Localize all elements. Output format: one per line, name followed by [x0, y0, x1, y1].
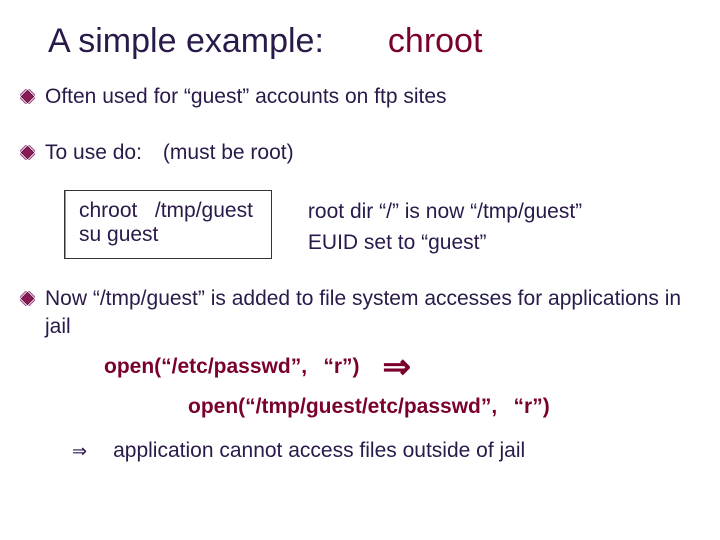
title-part1: A simple example:	[48, 22, 324, 61]
code-line: chroot /tmp/guest	[79, 199, 253, 222]
bullet-text: Now “/tmp/guest” is added to file system…	[45, 285, 694, 342]
diamond-bullet-icon	[20, 89, 35, 104]
slide-title: A simple example: chroot	[48, 22, 694, 61]
bullet-item: Often used for “guest” accounts on ftp s…	[20, 83, 694, 111]
title-part2: chroot	[388, 22, 483, 61]
conclusion-row: ⇒ application cannot access files outsid…	[72, 439, 694, 463]
bullet-text: To use do: (must be root)	[45, 139, 294, 167]
implies-arrow-icon: ⇒	[72, 441, 87, 462]
code-box: chroot /tmp/guest su guest	[64, 190, 272, 259]
bullet-item: To use do: (must be root)	[20, 139, 694, 167]
slide-body: A simple example: chroot Often used for …	[0, 0, 720, 483]
diamond-bullet-icon	[20, 291, 35, 306]
desc-line: EUID set to “guest”	[308, 227, 582, 259]
code-description: root dir “/” is now “/tmp/guest” EUID se…	[308, 190, 582, 259]
open-call-2: open(“/tmp/guest/etc/passwd”, “r”)	[188, 395, 694, 419]
code-and-description: chroot /tmp/guest su guest root dir “/” …	[64, 190, 694, 259]
bullet-text: Often used for “guest” accounts on ftp s…	[45, 83, 447, 111]
code-line: su guest	[79, 223, 158, 246]
open-call-1: open(“/etc/passwd”, “r”) ⇒	[104, 347, 694, 387]
conclusion-text: application cannot access files outside …	[113, 439, 525, 463]
open-text: open(“/etc/passwd”, “r”)	[104, 355, 381, 378]
diamond-bullet-icon	[20, 145, 35, 160]
bullet-item: Now “/tmp/guest” is added to file system…	[20, 285, 694, 342]
desc-line: root dir “/” is now “/tmp/guest”	[308, 196, 582, 228]
implies-arrow-icon: ⇒	[383, 348, 412, 386]
